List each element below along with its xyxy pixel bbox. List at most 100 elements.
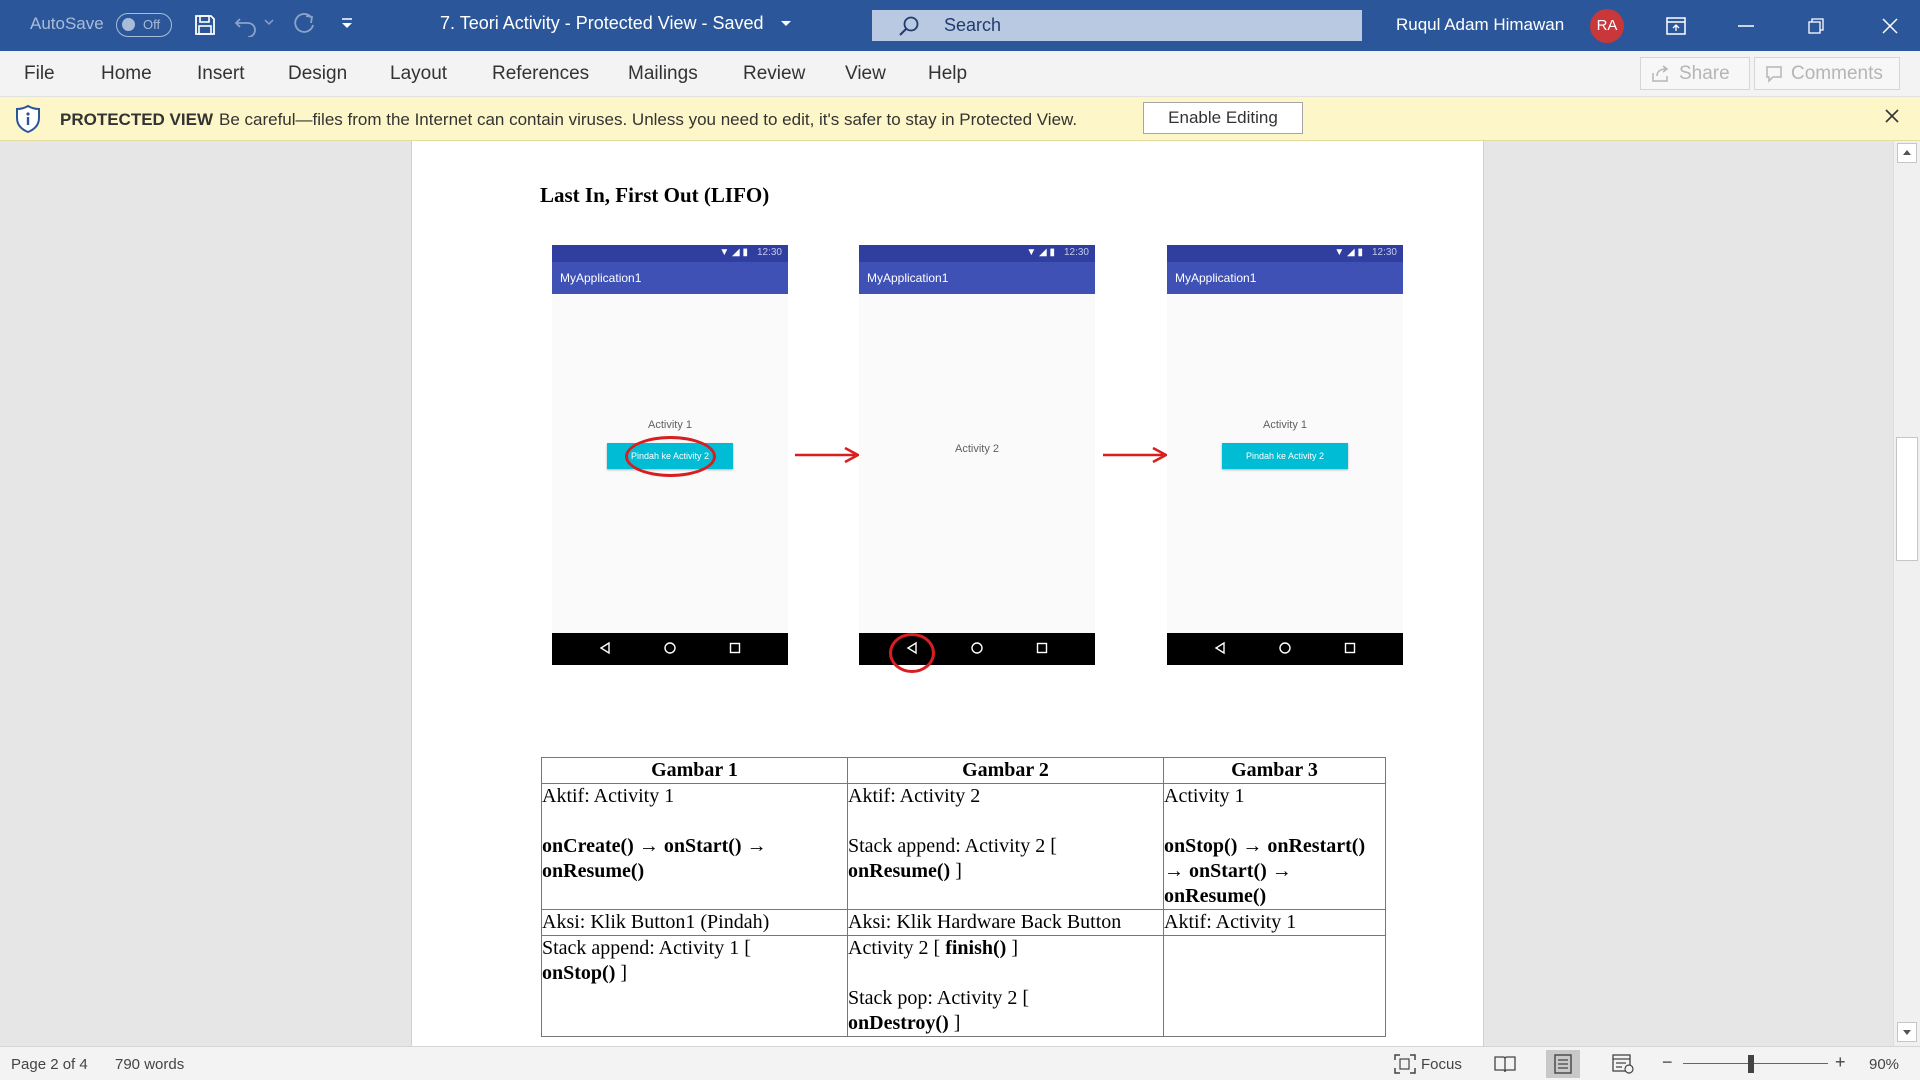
autosave-toggle[interactable]: Off <box>116 13 172 37</box>
vertical-scrollbar[interactable] <box>1893 141 1920 1046</box>
tab-layout[interactable]: Layout <box>390 63 447 85</box>
tab-view[interactable]: View <box>845 63 886 85</box>
ribbon-tabs: File Home Insert Design Layout Reference… <box>0 51 1920 97</box>
table-row: Stack append: Activity 1 [ onStop() ] Ac… <box>541 935 1386 1037</box>
method-name: onRestart() <box>1267 835 1366 857</box>
tab-design[interactable]: Design <box>288 63 347 85</box>
signal-icon: ▼ ◢ ▮ <box>1026 247 1055 258</box>
focus-label[interactable]: Focus <box>1421 1056 1462 1073</box>
arrow-text: → <box>1266 860 1292 882</box>
table-cell: Aksi: Klik Button1 (Pindah) <box>541 909 848 936</box>
scroll-down-icon[interactable] <box>1897 1022 1917 1042</box>
comments-button[interactable]: Comments <box>1754 57 1900 90</box>
title-bar: AutoSave Off 7. Teori Activity - Protect… <box>0 0 1920 51</box>
table-row: Aksi: Klik Button1 (Pindah) Aksi: Klik H… <box>541 909 1386 936</box>
phone-time: 12:30 <box>1371 247 1397 258</box>
cell-line: → onStart() → <box>1164 859 1385 884</box>
cell-line: onResume() <box>1164 884 1385 909</box>
focus-icon[interactable] <box>1394 1054 1416 1074</box>
page-indicator[interactable]: Page 2 of 4 <box>11 1056 88 1073</box>
zoom-slider-track[interactable] <box>1683 1063 1828 1064</box>
title-dropdown-icon[interactable] <box>780 20 792 28</box>
bracket-text: ] <box>615 962 628 984</box>
zoom-level[interactable]: 90% <box>1869 1056 1899 1073</box>
highlight-circle <box>889 633 935 673</box>
protected-view-title: PROTECTED VIEW <box>60 110 214 129</box>
table-header: Gambar 1 <box>541 757 848 784</box>
table-cell: Aktif: Activity 1 onCreate() → onStart()… <box>541 783 848 910</box>
cell-line: Aktif: Activity 2 <box>848 785 981 807</box>
back-icon <box>1213 641 1227 655</box>
tab-file[interactable]: File <box>24 63 55 85</box>
phone-activity-label: Activity 1 <box>647 419 692 431</box>
tab-help[interactable]: Help <box>928 63 967 85</box>
tab-references[interactable]: References <box>492 63 589 85</box>
cell-line: onResume() <box>542 859 847 884</box>
scroll-up-icon[interactable] <box>1897 143 1917 163</box>
cell-line: onResume() ] <box>848 859 1163 884</box>
zoom-in-button[interactable]: + <box>1835 1052 1846 1073</box>
phone-time: 12:30 <box>1063 247 1089 258</box>
restore-icon[interactable] <box>1788 0 1844 51</box>
zoom-out-button[interactable]: − <box>1662 1052 1673 1073</box>
cell-line: Stack append: Activity 2 [ <box>848 835 1057 857</box>
close-icon[interactable] <box>1862 0 1918 51</box>
right-arrow-icon <box>1101 445 1169 465</box>
phone-button: Pindah ke Activity 2 <box>1222 443 1348 469</box>
autosave-state: Off <box>143 17 161 32</box>
signal-icon: ▼ ◢ ▮ <box>1334 247 1363 258</box>
web-layout-icon[interactable] <box>1612 1054 1634 1074</box>
print-layout-icon[interactable] <box>1546 1050 1580 1078</box>
recents-icon <box>1035 641 1049 655</box>
save-icon[interactable] <box>193 13 217 37</box>
tab-insert[interactable]: Insert <box>197 63 245 85</box>
enable-editing-button[interactable]: Enable Editing <box>1143 102 1303 134</box>
cell-line: Stack pop: Activity 2 [ <box>848 987 1030 1009</box>
signal-icon: ▼ ◢ ▮ <box>719 247 748 258</box>
undo-icon[interactable] <box>234 13 260 37</box>
recents-icon <box>1343 641 1357 655</box>
share-button[interactable]: Share <box>1640 57 1750 90</box>
zoom-slider-thumb[interactable] <box>1748 1055 1754 1073</box>
right-arrow-icon <box>793 445 861 465</box>
tab-review[interactable]: Review <box>743 63 805 85</box>
autosave-label: AutoSave <box>30 14 104 33</box>
cell-text: Activity 2 [ <box>848 937 946 959</box>
table-cell: Stack append: Activity 1 [ onStop() ] <box>541 935 848 1037</box>
share-label: Share <box>1679 62 1730 84</box>
table-header: Gambar 3 <box>1163 757 1386 784</box>
comments-label: Comments <box>1791 62 1883 84</box>
tab-mailings[interactable]: Mailings <box>628 63 698 85</box>
table-header: Gambar 2 <box>847 757 1164 784</box>
read-mode-icon[interactable] <box>1494 1054 1516 1074</box>
close-icon[interactable] <box>1884 108 1900 124</box>
table-cell: Aktif: Activity 1 <box>1163 909 1386 936</box>
method-name: onStart() <box>1189 860 1267 882</box>
user-name[interactable]: Ruqul Adam Himawan <box>1396 15 1564 35</box>
cell-line: onStop() → onRestart() <box>1164 834 1385 859</box>
table-cell: Aktif: Activity 2 Stack append: Activity… <box>847 783 1164 910</box>
phone-screenshot-2: ▼ ◢ ▮ 12:30 MyApplication1 Activity 2 <box>859 245 1095 673</box>
tab-home[interactable]: Home <box>101 63 152 85</box>
arrow-text: → <box>741 835 767 857</box>
undo-dropdown-icon[interactable] <box>264 18 274 26</box>
bracket-text: ] <box>948 1012 961 1034</box>
search-box[interactable]: Search <box>872 10 1362 41</box>
phone-time: 12:30 <box>756 247 782 258</box>
section-heading: Last In, First Out (LIFO) <box>540 183 770 207</box>
back-icon <box>598 641 612 655</box>
phone-screenshot-1: ▼ ◢ ▮ 12:30 MyApplication1 Activity 1 Pi… <box>552 245 788 665</box>
table-cell: Aksi: Klik Hardware Back Button <box>847 909 1164 936</box>
customize-qat-icon[interactable] <box>340 17 354 31</box>
avatar[interactable]: RA <box>1590 9 1624 43</box>
method-name: onStop() <box>542 962 616 984</box>
minimize-icon[interactable] <box>1718 0 1774 51</box>
method-name: onResume() <box>1164 885 1267 907</box>
redo-icon[interactable] <box>291 13 317 37</box>
document-page[interactable]: Last In, First Out (LIFO) ▼ ◢ ▮ 12:30 My… <box>411 141 1484 1046</box>
document-area[interactable]: Last In, First Out (LIFO) ▼ ◢ ▮ 12:30 My… <box>0 141 1893 1046</box>
home-icon <box>970 641 984 655</box>
scroll-thumb[interactable] <box>1896 437 1918 561</box>
ribbon-display-options-icon[interactable] <box>1648 0 1704 51</box>
word-count[interactable]: 790 words <box>115 1056 184 1073</box>
